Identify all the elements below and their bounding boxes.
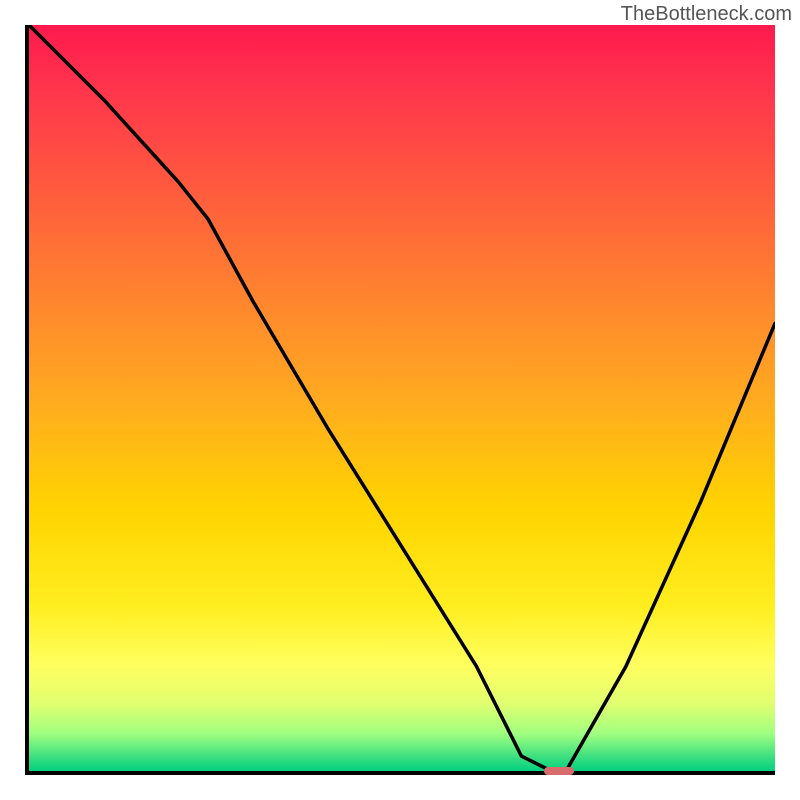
curve-svg bbox=[29, 25, 775, 771]
watermark-text: TheBottleneck.com bbox=[621, 3, 792, 26]
optimal-marker bbox=[544, 767, 574, 776]
plot-area bbox=[25, 25, 775, 775]
bottleneck-curve bbox=[29, 25, 775, 771]
